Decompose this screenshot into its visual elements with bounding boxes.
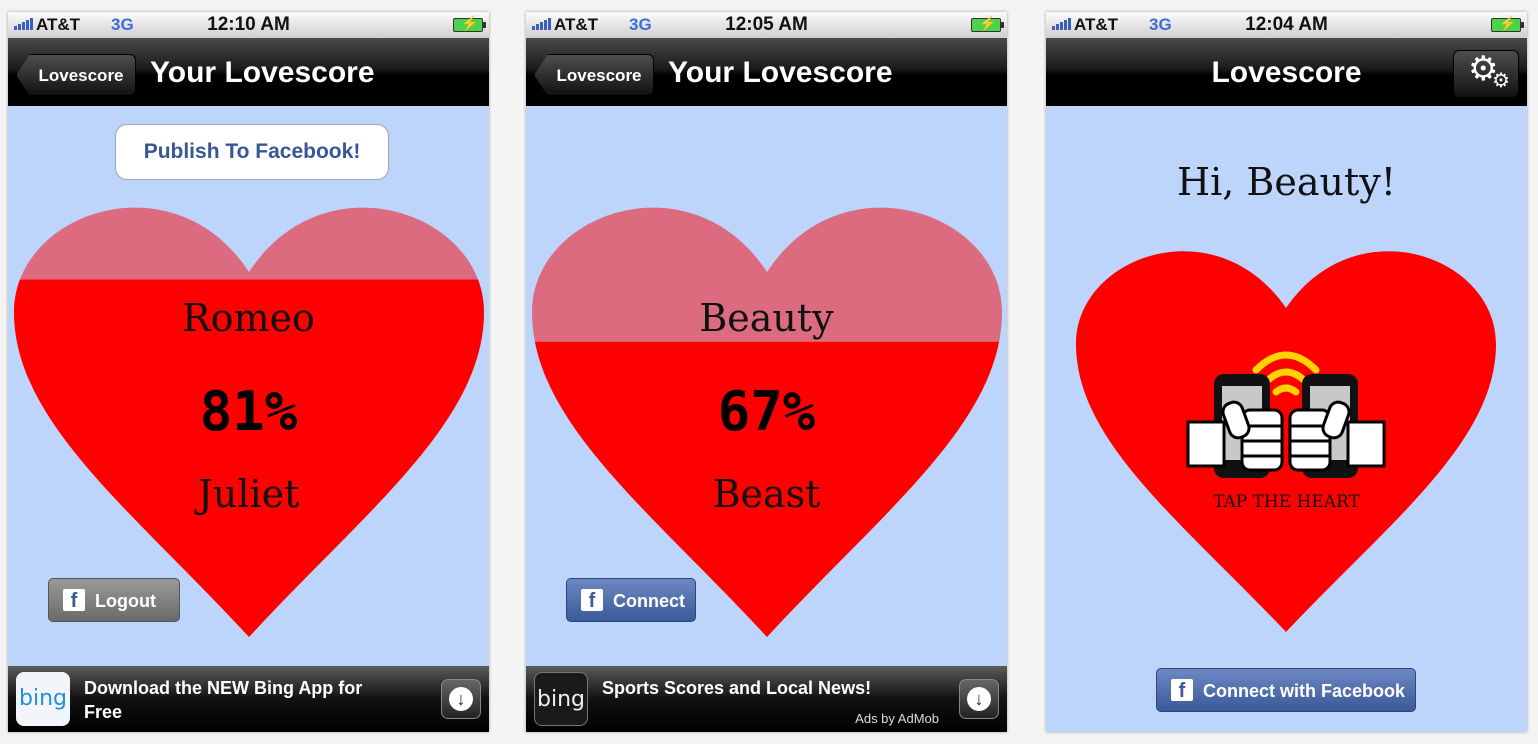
tap-the-heart-label: TAP THE HEART bbox=[1213, 492, 1360, 512]
screen-romeo-juliet: AT&T 3G 12:10 AM ⚡ Lovescore Your Lovesc… bbox=[8, 12, 489, 732]
screen-home: AT&T 3G 12:04 AM ⚡ Lovescore ⚙ ⚙ Hi, Bea… bbox=[1046, 12, 1527, 732]
ad-text: Download the NEW Bing App for Free bbox=[84, 678, 363, 722]
download-arrow-icon: ↓ bbox=[449, 687, 473, 711]
ad-banner[interactable]: bing Download the NEW Bing App for Free … bbox=[8, 666, 489, 732]
nav-bar: Lovescore ⚙ ⚙ bbox=[1046, 38, 1527, 106]
battery-icon: ⚡ bbox=[971, 15, 1004, 32]
status-bar: AT&T 3G 12:10 AM ⚡ bbox=[8, 12, 489, 38]
connect-with-facebook-button[interactable]: f Connect with Facebook bbox=[1156, 668, 1416, 712]
clock: 12:05 AM bbox=[725, 14, 808, 35]
tap-heart[interactable] bbox=[1076, 236, 1496, 636]
partner-bottom-name: Juliet bbox=[197, 472, 300, 516]
ad-banner[interactable]: bing Sports Scores and Local News! Ads b… bbox=[526, 666, 1007, 732]
settings-button[interactable]: ⚙ ⚙ bbox=[1453, 50, 1519, 98]
facebook-logout-button[interactable]: f Logout bbox=[48, 578, 180, 622]
clock: 12:10 AM bbox=[207, 14, 290, 35]
nav-bar: Lovescore Your Lovescore bbox=[8, 38, 489, 106]
battery-icon: ⚡ bbox=[453, 15, 486, 32]
greeting: Hi, Beauty! bbox=[1176, 160, 1396, 204]
battery-icon: ⚡ bbox=[1491, 15, 1524, 32]
facebook-logout-label: Logout bbox=[95, 591, 156, 611]
ad-download-button[interactable]: ↓ bbox=[959, 679, 999, 719]
facebook-connect-label: Connect bbox=[613, 591, 685, 611]
publish-to-facebook-button[interactable]: Publish To Facebook! bbox=[115, 124, 389, 180]
partner-top-name: Beauty bbox=[699, 296, 834, 340]
screen-beauty-beast: AT&T 3G 12:05 AM ⚡ Lovescore Your Lovesc… bbox=[526, 12, 1007, 732]
status-bar: AT&T 3G 12:04 AM ⚡ bbox=[1046, 12, 1527, 38]
facebook-icon: f bbox=[63, 589, 85, 612]
partner-top-name: Romeo bbox=[182, 296, 315, 340]
status-bar: AT&T 3G 12:05 AM ⚡ bbox=[526, 12, 1007, 38]
bing-logo: bing bbox=[534, 672, 588, 726]
facebook-connect-button[interactable]: f Connect bbox=[566, 578, 696, 622]
connect-with-facebook-label: Connect with Facebook bbox=[1203, 681, 1406, 701]
facebook-icon: f bbox=[1171, 679, 1193, 702]
facebook-icon: f bbox=[581, 589, 603, 612]
nav-bar: Lovescore Your Lovescore bbox=[526, 38, 1007, 106]
back-button[interactable]: Lovescore bbox=[16, 54, 136, 96]
gear-small-icon: ⚙ bbox=[1492, 70, 1510, 92]
ad-text: Sports Scores and Local News! bbox=[602, 678, 872, 698]
partner-bottom-name: Beast bbox=[712, 472, 821, 516]
ads-by-admob-label: Ads by AdMob bbox=[855, 711, 939, 726]
score-percent: 81% bbox=[199, 380, 298, 443]
back-button[interactable]: Lovescore bbox=[534, 54, 654, 96]
clock: 12:04 AM bbox=[1245, 14, 1328, 35]
score-percent: 67% bbox=[717, 380, 816, 443]
page-title: Your Lovescore bbox=[150, 56, 375, 89]
ad-download-button[interactable]: ↓ bbox=[441, 679, 481, 719]
download-arrow-icon: ↓ bbox=[967, 687, 991, 711]
bing-logo: bing bbox=[16, 672, 70, 726]
page-title: Your Lovescore bbox=[668, 56, 893, 89]
